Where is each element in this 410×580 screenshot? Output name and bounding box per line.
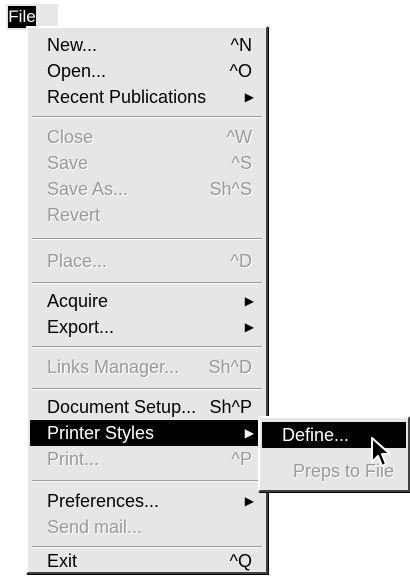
menu-item-export[interactable]: Export... ▶ [30, 314, 264, 340]
menu-item-close-shortcut: ^W [226, 127, 252, 147]
menu-item-acquire-label: Acquire [47, 291, 109, 311]
menubar-file[interactable]: File [8, 6, 36, 28]
submenu-arrow-icon: ▶ [244, 426, 254, 440]
menu-item-preferences[interactable]: Preferences... ▶ [30, 488, 264, 514]
menu-item-recent-publications[interactable]: Recent Publications ▶ [30, 84, 264, 110]
menu-item-send-mail[interactable]: Send mail... [30, 514, 264, 540]
submenu-arrow-icon: ▶ [244, 294, 254, 308]
menu-item-save-shortcut: ^S [231, 153, 252, 173]
submenu-arrow-icon: ▶ [244, 90, 254, 104]
menu-item-recent-label: Recent Publications [47, 87, 207, 107]
menu-item-links-manager[interactable]: Links Manager... Sh^D [30, 354, 264, 380]
menu-item-revert-label: Revert [47, 205, 101, 225]
mouse-cursor-icon [371, 437, 391, 467]
menu-item-exit[interactable]: Exit ^Q [30, 548, 264, 574]
menu-item-acquire[interactable]: Acquire ▶ [30, 288, 264, 314]
menu-item-save-as-label: Save As... [47, 179, 129, 199]
menu-item-revert[interactable]: Revert [30, 202, 264, 228]
menu-item-place-label: Place... [47, 251, 108, 271]
menu-item-export-label: Export... [47, 317, 115, 337]
menu-item-exit-shortcut: ^Q [229, 551, 252, 571]
menu-item-document-setup-label: Document Setup... [47, 397, 197, 417]
menu-item-open-label: Open... [47, 61, 107, 81]
menu-item-links-manager-shortcut: Sh^D [208, 357, 252, 377]
submenu-arrow-icon: ▶ [244, 320, 254, 334]
menu-item-send-mail-label: Send mail... [47, 517, 143, 537]
menu-separator [32, 238, 262, 240]
menu-separator [32, 346, 262, 348]
menu-item-document-setup-shortcut: Sh^P [209, 397, 252, 417]
menu-item-print[interactable]: Print... ^P [30, 446, 264, 472]
file-menu: New... ^N Open... ^O Recent Publications… [26, 26, 268, 574]
menu-item-exit-label: Exit [47, 551, 78, 571]
menu-item-print-label: Print... [47, 449, 100, 469]
menu-item-printer-styles[interactable]: Printer Styles ▶ [30, 420, 264, 446]
menu-separator [32, 388, 262, 390]
menu-item-new-label: New... [47, 35, 98, 55]
menu-item-save-label: Save [47, 153, 89, 173]
menu-item-close[interactable]: Close ^W [30, 124, 264, 150]
menu-separator [32, 116, 262, 118]
menu-item-place-shortcut: ^D [230, 251, 252, 271]
menu-separator [32, 480, 262, 482]
menu-item-close-label: Close [47, 127, 94, 147]
menu-item-save[interactable]: Save ^S [30, 150, 264, 176]
submenu-item-define-label: Define... [282, 425, 350, 445]
menu-item-open[interactable]: Open... ^O [30, 58, 264, 84]
menu-item-new-shortcut: ^N [230, 35, 252, 55]
menu-item-print-shortcut: ^P [231, 449, 252, 469]
menu-item-place[interactable]: Place... ^D [30, 248, 264, 274]
menu-item-save-as[interactable]: Save As... Sh^S [30, 176, 264, 202]
menu-item-open-shortcut: ^O [229, 61, 252, 81]
menu-separator [32, 282, 262, 284]
menu-item-links-manager-label: Links Manager... [47, 357, 180, 377]
menu-item-new[interactable]: New... ^N [30, 32, 264, 58]
menubar-file-label: File [8, 7, 36, 26]
submenu-arrow-icon: ▶ [244, 494, 254, 508]
menu-item-printer-styles-label: Printer Styles [47, 423, 155, 443]
menu-item-save-as-shortcut: Sh^S [209, 179, 252, 199]
menu-item-document-setup[interactable]: Document Setup... Sh^P [30, 394, 264, 420]
menu-item-preferences-label: Preferences... [47, 491, 160, 511]
